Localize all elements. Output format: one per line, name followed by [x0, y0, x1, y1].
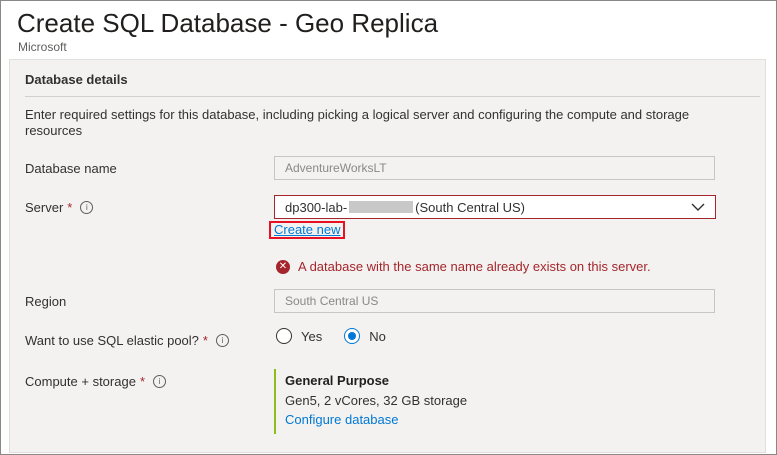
info-icon[interactable]: i: [80, 201, 94, 214]
region-label: Region: [25, 294, 66, 309]
info-icon[interactable]: i: [215, 334, 229, 347]
server-value-suffix: (South Central US): [415, 199, 525, 215]
radio-yes[interactable]: [276, 328, 292, 344]
elastic-pool-radio-group: Yes No: [276, 328, 408, 344]
compute-spec: Gen5, 2 vCores, 32 GB storage: [285, 393, 468, 408]
error-text: A database with the same name already ex…: [298, 259, 651, 274]
redacted-server-name: [349, 201, 414, 213]
server-value-prefix: dp300-lab-: [285, 199, 348, 215]
elastic-pool-label-text: Want to use SQL elastic pool?: [25, 333, 199, 348]
database-name-field: AdventureWorksLT: [274, 156, 715, 180]
server-select[interactable]: dp300-lab- (South Central US): [274, 195, 716, 219]
info-icon[interactable]: i: [153, 375, 166, 388]
chevron-down-icon: [691, 203, 705, 211]
section-divider: [25, 96, 760, 97]
section-title: Database details: [25, 72, 128, 87]
compute-tier: General Purpose: [285, 373, 390, 388]
required-mark: *: [202, 333, 208, 348]
create-new-link[interactable]: Create new: [269, 221, 346, 239]
radio-option-yes[interactable]: Yes: [276, 328, 322, 344]
error-icon: ✕: [276, 259, 290, 274]
database-name-label: Database name: [25, 161, 117, 176]
compute-storage-label-text: Compute + storage: [25, 374, 136, 389]
compute-summary: General Purpose Gen5, 2 vCores, 32 GB st…: [274, 369, 467, 434]
publisher-label: Microsoft: [18, 40, 67, 54]
region-label-text: Region: [25, 294, 67, 309]
server-error-message: ✕ A database with the same name already …: [276, 259, 651, 274]
radio-option-no[interactable]: No: [344, 328, 386, 344]
compute-storage-label: Compute + storage * i: [25, 374, 166, 389]
server-label-text: Server: [25, 200, 64, 215]
database-name-label-text: Database name: [25, 161, 117, 176]
required-mark: *: [67, 200, 73, 215]
radio-yes-label: Yes: [301, 328, 323, 344]
configure-database-link[interactable]: Configure database: [285, 412, 467, 427]
section-description: Enter required settings for this databas…: [25, 107, 690, 138]
page-title: Create SQL Database - Geo Replica: [17, 8, 439, 38]
region-field: South Central US: [274, 289, 715, 313]
radio-no-label: No: [369, 328, 386, 344]
more-icon[interactable]: ···: [420, 10, 437, 26]
radio-no[interactable]: [344, 328, 361, 344]
required-mark: *: [139, 374, 145, 389]
elastic-pool-label: Want to use SQL elastic pool? * i: [25, 333, 229, 348]
server-label: Server * i: [25, 200, 94, 215]
